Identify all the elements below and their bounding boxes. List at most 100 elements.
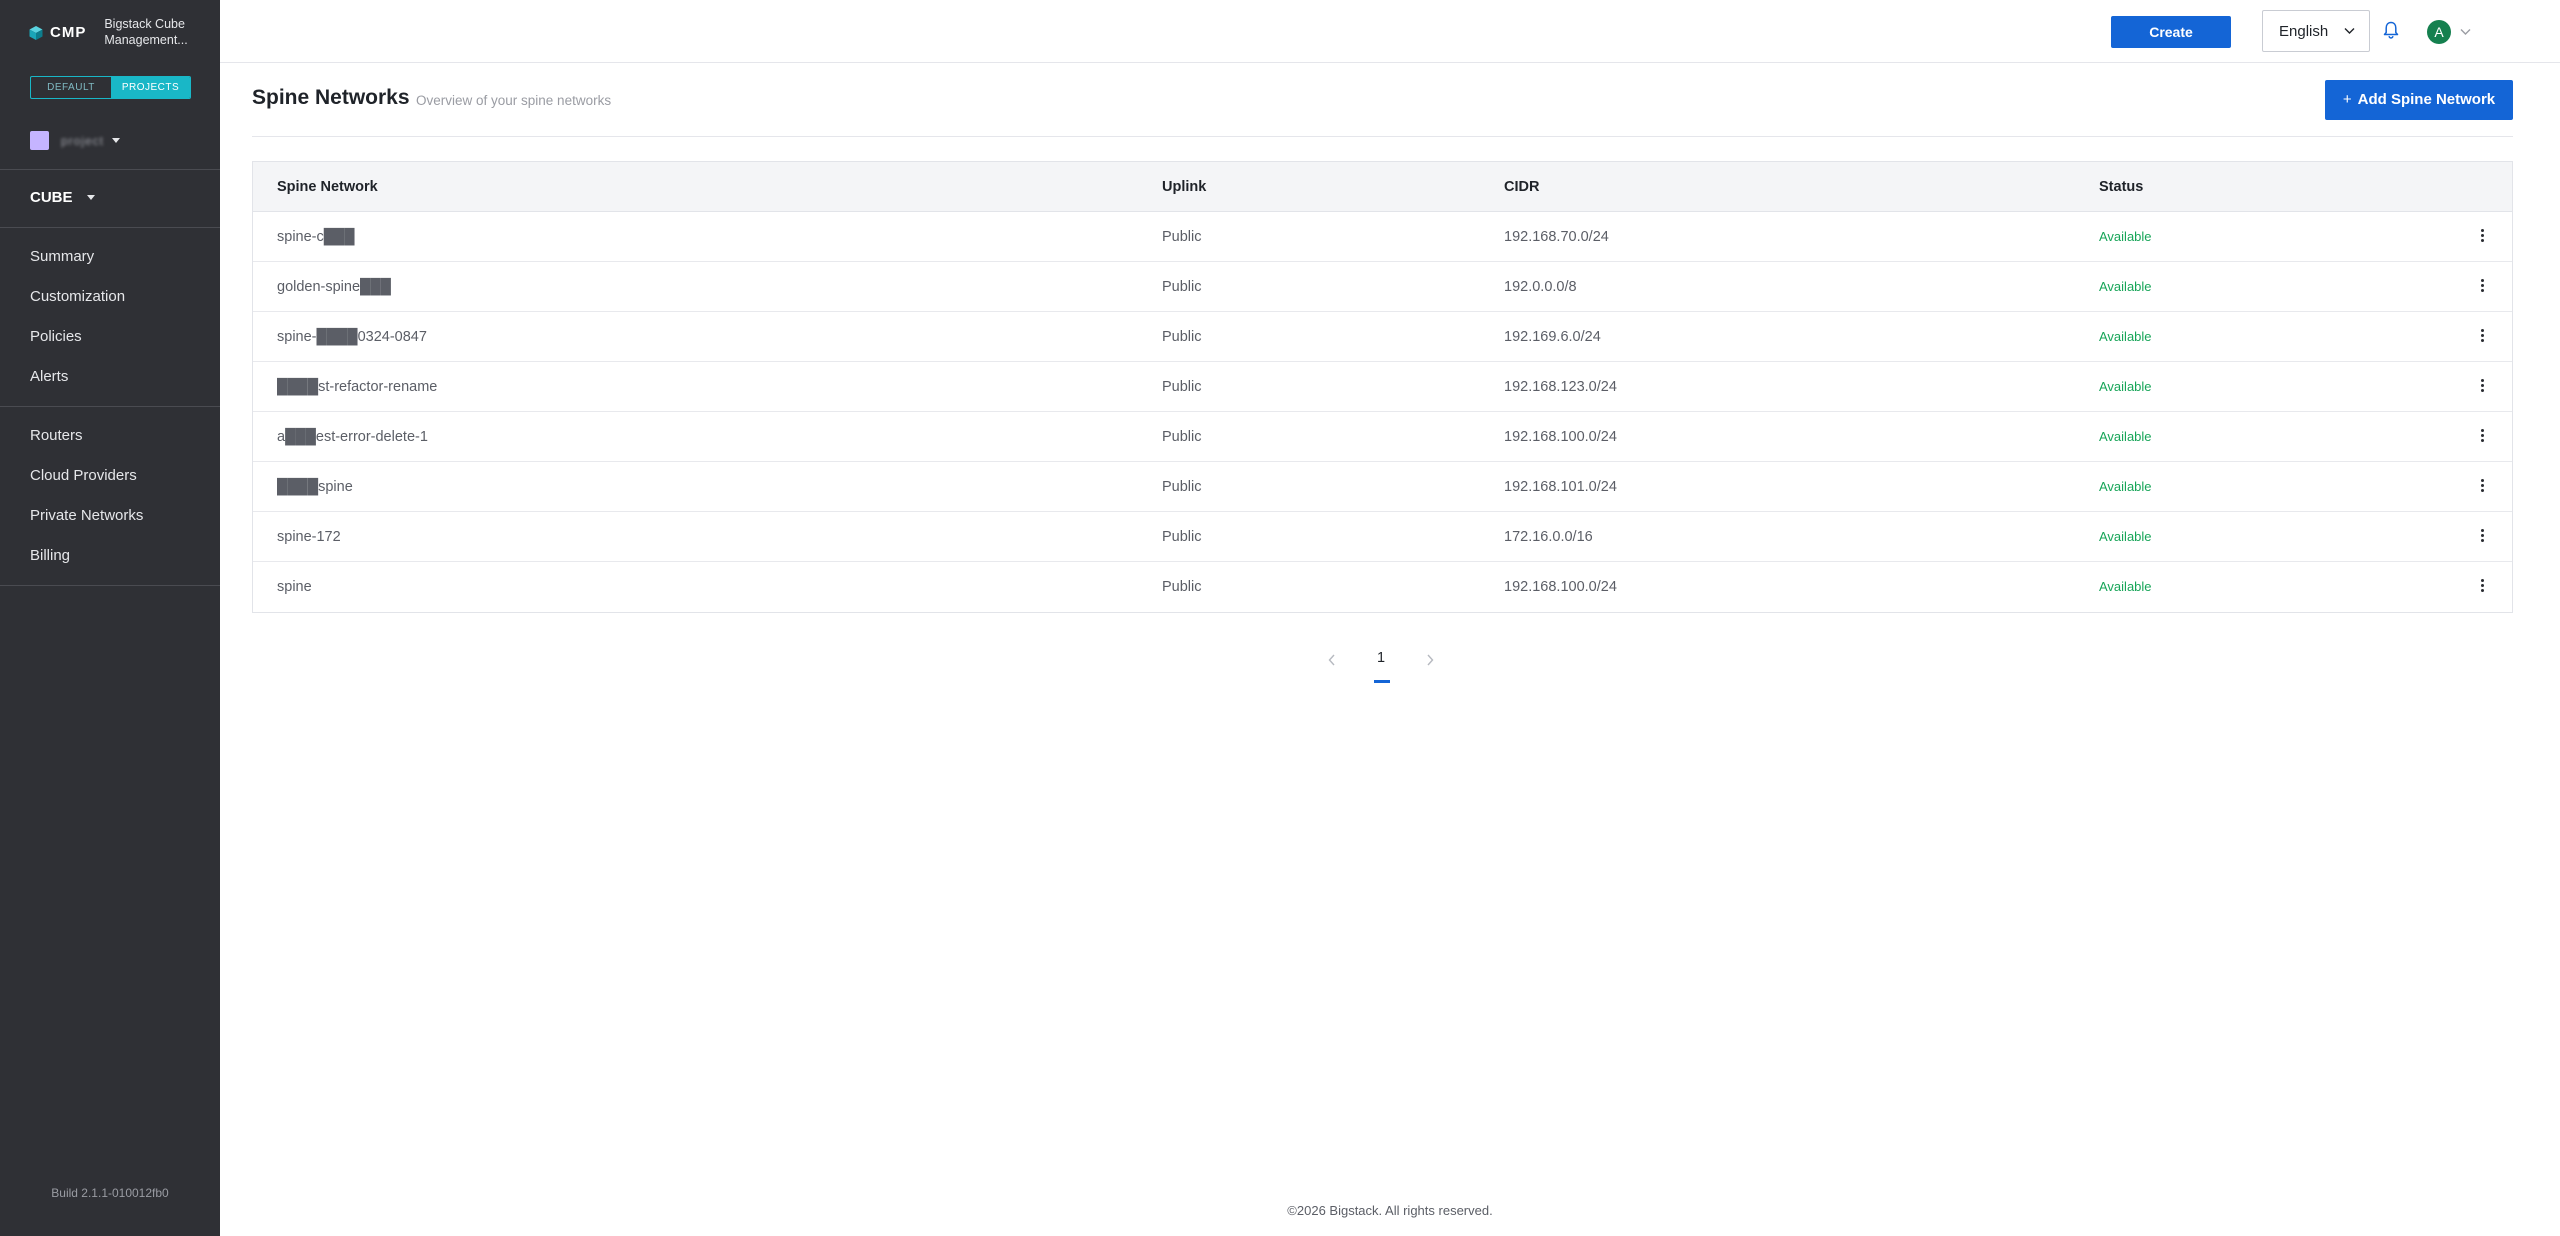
cube-selector[interactable]: CUBE bbox=[30, 189, 95, 206]
add-spine-network-label: Add Spine Network bbox=[2357, 91, 2496, 108]
sidebar-item-private-networks[interactable]: Private Networks bbox=[30, 496, 143, 536]
app-name: Bigstack Cube Management... bbox=[104, 17, 188, 47]
add-spine-network-button[interactable]: + Add Spine Network bbox=[2325, 80, 2513, 120]
status-badge: Available bbox=[2099, 479, 2152, 494]
cell-spine-network[interactable]: golden-spine███ bbox=[277, 262, 391, 312]
kebab-menu-icon[interactable] bbox=[2479, 379, 2485, 395]
table-row[interactable]: spine Public 192.168.100.0/24 Available bbox=[253, 562, 2512, 612]
sidebar-item-policies[interactable]: Policies bbox=[30, 317, 125, 357]
create-button[interactable]: Create bbox=[2111, 16, 2231, 48]
table-row[interactable]: spine-172 Public 172.16.0.0/16 Available bbox=[253, 512, 2512, 562]
cell-spine-network[interactable]: ████spine bbox=[277, 462, 353, 512]
cell-spine-network[interactable]: ████st-refactor-rename bbox=[277, 362, 437, 412]
chevron-right-icon[interactable] bbox=[1426, 654, 1434, 666]
sidebar-divider bbox=[0, 406, 220, 407]
title-divider bbox=[252, 136, 2513, 137]
cell-spine-network[interactable]: spine-172 bbox=[277, 512, 341, 562]
status-badge: Available bbox=[2099, 229, 2152, 244]
cell-uplink: Public bbox=[1162, 229, 1202, 245]
sidebar-divider bbox=[0, 169, 220, 170]
cell-uplink: Public bbox=[1162, 529, 1202, 545]
cell-uplink: Public bbox=[1162, 279, 1202, 295]
status-badge: Available bbox=[2099, 379, 2152, 394]
column-header-status[interactable]: Status bbox=[2099, 162, 2143, 212]
status-badge: Available bbox=[2099, 279, 2152, 294]
page-subtitle: Overview of your spine networks bbox=[416, 93, 612, 108]
cell-spine-network[interactable]: a███est-error-delete-1 bbox=[277, 412, 428, 462]
footer-copyright: ©2026 Bigstack. All rights reserved. bbox=[1287, 1203, 1493, 1218]
status-badge: Available bbox=[2099, 429, 2152, 444]
column-header-cidr[interactable]: CIDR bbox=[1504, 162, 1539, 212]
project-name: project bbox=[61, 133, 105, 148]
sidebar-nav-primary: Summary Customization Policies Alerts bbox=[30, 237, 125, 397]
kebab-menu-icon[interactable] bbox=[2479, 529, 2485, 545]
kebab-menu-icon[interactable] bbox=[2479, 229, 2485, 245]
sidebar-nav-secondary: Routers Cloud Providers Private Networks… bbox=[30, 416, 143, 576]
cube-logo-icon bbox=[29, 25, 43, 40]
kebab-menu-icon[interactable] bbox=[2479, 479, 2485, 495]
column-header-spine-network[interactable]: Spine Network bbox=[277, 162, 378, 212]
page-title: Spine Networks bbox=[252, 86, 410, 109]
brand[interactable]: CMP Bigstack Cube Management... bbox=[28, 16, 204, 48]
cell-cidr: 192.168.123.0/24 bbox=[1504, 379, 1617, 395]
brand-logo: CMP bbox=[28, 24, 86, 41]
sidebar-item-cloud-providers[interactable]: Cloud Providers bbox=[30, 456, 143, 496]
cell-spine-network[interactable]: spine-████0324-0847 bbox=[277, 312, 427, 362]
table-row[interactable]: spine-c███ Public 192.168.70.0/24 Availa… bbox=[253, 212, 2512, 262]
cell-cidr: 192.0.0.0/8 bbox=[1504, 279, 1577, 295]
cell-cidr: 192.168.100.0/24 bbox=[1504, 429, 1617, 445]
cube-selector-label: CUBE bbox=[30, 189, 73, 206]
cell-cidr: 192.168.70.0/24 bbox=[1504, 229, 1609, 245]
cell-cidr: 172.16.0.0/16 bbox=[1504, 529, 1593, 545]
sidebar-divider bbox=[0, 227, 220, 228]
table-row[interactable]: a███est-error-delete-1 Public 192.168.10… bbox=[253, 412, 2512, 462]
cell-spine-network[interactable]: spine-c███ bbox=[277, 212, 355, 262]
chevron-down-icon[interactable] bbox=[2460, 28, 2471, 36]
caret-down-icon bbox=[112, 138, 121, 143]
kebab-menu-icon[interactable] bbox=[2479, 329, 2485, 345]
kebab-menu-icon[interactable] bbox=[2479, 579, 2485, 595]
caret-down-icon bbox=[86, 195, 95, 200]
chevron-down-icon bbox=[2344, 28, 2355, 34]
status-badge: Available bbox=[2099, 329, 2152, 344]
table-row[interactable]: ████st-refactor-rename Public 192.168.12… bbox=[253, 362, 2512, 412]
project-selector[interactable]: project bbox=[30, 131, 121, 150]
table-row[interactable]: ████spine Public 192.168.101.0/24 Availa… bbox=[253, 462, 2512, 512]
sidebar-item-alerts[interactable]: Alerts bbox=[30, 357, 125, 397]
avatar[interactable]: A bbox=[2427, 20, 2451, 44]
build-version: Build 2.1.1-010012fb0 bbox=[51, 1186, 169, 1200]
cell-uplink: Public bbox=[1162, 429, 1202, 445]
project-color-swatch bbox=[30, 131, 49, 150]
scope-projects-button[interactable]: PROJECTS bbox=[111, 77, 190, 98]
cell-uplink: Public bbox=[1162, 379, 1202, 395]
cell-cidr: 192.169.6.0/24 bbox=[1504, 329, 1601, 345]
sidebar-item-routers[interactable]: Routers bbox=[30, 416, 143, 456]
status-badge: Available bbox=[2099, 579, 2152, 594]
table-row[interactable]: spine-████0324-0847 Public 192.169.6.0/2… bbox=[253, 312, 2512, 362]
sidebar-item-billing[interactable]: Billing bbox=[30, 536, 143, 576]
cell-uplink: Public bbox=[1162, 479, 1202, 495]
sidebar: CMP Bigstack Cube Management... DEFAULT … bbox=[0, 0, 220, 1236]
cell-uplink: Public bbox=[1162, 329, 1202, 345]
language-label: English bbox=[2279, 22, 2329, 40]
plus-icon: + bbox=[2342, 91, 2352, 108]
status-badge: Available bbox=[2099, 529, 2152, 544]
column-header-uplink[interactable]: Uplink bbox=[1162, 162, 1206, 212]
chevron-left-icon[interactable] bbox=[1328, 654, 1336, 666]
scope-default-button[interactable]: DEFAULT bbox=[31, 77, 111, 98]
cell-cidr: 192.168.100.0/24 bbox=[1504, 579, 1617, 595]
page-number-current[interactable]: 1 bbox=[1373, 650, 1389, 666]
sidebar-item-summary[interactable]: Summary bbox=[30, 237, 125, 277]
language-selector[interactable]: English bbox=[2262, 10, 2370, 52]
kebab-menu-icon[interactable] bbox=[2479, 279, 2485, 295]
table-row[interactable]: golden-spine███ Public 192.0.0.0/8 Avail… bbox=[253, 262, 2512, 312]
bell-icon[interactable] bbox=[2383, 21, 2399, 39]
cell-spine-network[interactable]: spine bbox=[277, 562, 312, 612]
cell-cidr: 192.168.101.0/24 bbox=[1504, 479, 1617, 495]
spine-networks-table: Spine Network Uplink CIDR Status spine-c… bbox=[252, 161, 2513, 613]
scope-toggle: DEFAULT PROJECTS bbox=[30, 76, 191, 99]
current-page-indicator bbox=[1374, 680, 1390, 683]
sidebar-item-customization[interactable]: Customization bbox=[30, 277, 125, 317]
cell-uplink: Public bbox=[1162, 579, 1202, 595]
kebab-menu-icon[interactable] bbox=[2479, 429, 2485, 445]
